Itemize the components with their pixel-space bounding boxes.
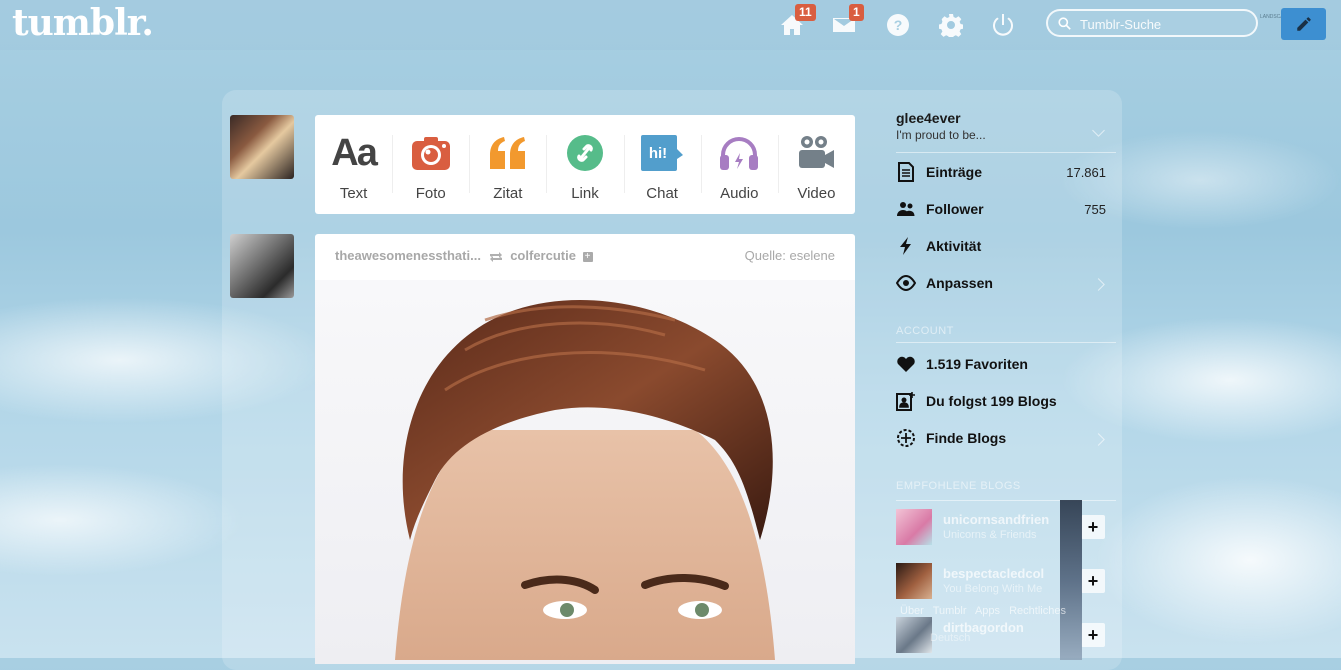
post-type-label: Foto [415,185,446,202]
account-header: ACCOUNT [896,325,954,337]
text-icon: Aa [331,132,378,174]
sidebar-divider [896,342,1116,343]
sidebar-item-find-blogs[interactable]: Finde Blogs [896,427,1106,449]
portrait-image [395,300,775,660]
post-type-text[interactable]: Aa Text [315,115,392,214]
post-type-label: Chat [646,185,678,202]
sidebar-item-followers[interactable]: Follower 755 [896,198,1106,220]
post-photo[interactable] [315,280,855,664]
sidebar-item-label: Aktivität [926,238,982,254]
compose-button[interactable] [1281,8,1326,40]
post-card: theawesomenessthati... colfercutie + Que… [315,234,855,664]
eye-icon [896,274,916,292]
sidebar-item-following[interactable]: Du folgst 199 Blogs [896,390,1106,412]
sidebar-item-label: Follower [926,201,984,217]
sidebar-item-label: 1.519 Favoriten [926,356,1028,372]
post-type-photo[interactable]: Foto [392,115,469,214]
sidebar-item-likes[interactable]: 1.519 Favoriten [896,353,1106,375]
reblogged-from-link[interactable]: colfercutie [510,248,576,263]
settings-button[interactable] [936,10,966,40]
chat-icon: hi! [641,133,684,173]
footer-links[interactable]: Über Tumblr Apps Rechtliches [900,605,1066,617]
sidebar-blog-title: I'm proud to be... [896,128,986,142]
post-type-label: Link [571,185,599,202]
sidebar-item-count: 17.861 [1066,164,1106,180]
inbox-badge: 1 [849,4,864,21]
heart-icon [897,356,915,372]
post-type-label: Audio [720,185,759,202]
svg-text:?: ? [894,17,903,33]
sidebar-blog-info[interactable]: glee4ever I'm proud to be... [896,110,1116,142]
post-header: theawesomenessthati... colfercutie + Que… [335,248,835,268]
search-box[interactable] [1046,9,1258,37]
post-type-audio[interactable]: Audio [700,115,778,214]
sidebar-item-label: Du folgst 199 Blogs [926,393,1057,409]
recommended-blog-avatar[interactable] [896,563,932,599]
inbox-button[interactable]: 1 [829,4,864,40]
document-icon [898,162,914,182]
follow-plus-icon[interactable]: + [1081,569,1105,593]
recommended-blog-avatar[interactable] [896,617,932,653]
sidebar-divider [896,500,1116,501]
post-type-quote[interactable]: Zitat [469,115,546,214]
people-icon [897,202,915,216]
sidebar-item-label: Finde Blogs [926,430,1007,446]
quote-icon [488,133,528,173]
post-type-label: Zitat [493,185,523,202]
footer-language[interactable]: Deutsch [930,632,970,644]
sidebar-item-posts[interactable]: Einträge 17.861 [896,161,1106,183]
post-type-link[interactable]: Link [546,115,623,214]
recommended-blog-name[interactable]: unicornsandfrien [943,512,1073,527]
follow-plus-icon[interactable]: + [1081,623,1105,647]
post-author-avatar[interactable] [230,234,294,298]
pencil-icon [1296,17,1311,31]
search-icon [1058,17,1071,30]
post-type-label: Video [797,185,836,202]
sidebar-item-label: Anpassen [926,275,993,291]
follow-blogs-icon [896,392,915,411]
sidebar-divider [896,152,1116,153]
tumblr-logo[interactable]: tumblr. [12,2,154,44]
help-icon: ? [887,14,909,36]
headphones-icon [719,133,759,173]
post-source[interactable]: Quelle: eselene [745,248,835,263]
post-type-bar: Aa Text Foto Zitat Link hi! Chat Audio V… [315,115,855,214]
logout-button[interactable] [988,10,1018,40]
reblog-icon [489,251,502,262]
camera-icon [411,133,450,173]
sidebar-item-customize[interactable]: Anpassen [896,272,1106,294]
post-type-video[interactable]: Video [777,115,855,214]
recommended-header: EMPFOHLENE BLOGS [896,480,1021,492]
video-icon [797,133,835,173]
sidebar-item-count: 755 [1084,201,1106,217]
search-input[interactable] [1078,14,1252,34]
svg-text:hi!: hi! [649,145,667,162]
post-blog-link[interactable]: theawesomenessthati... [335,248,481,263]
recommended-blog-title: You Belong With Me [943,583,1043,595]
gear-icon [939,14,963,37]
home-badge: 11 [795,4,816,21]
compass-icon [897,429,915,447]
post-type-label: Text [339,185,368,202]
home-button[interactable]: 11 [777,4,816,40]
sidebar-item-label: Einträge [926,164,983,180]
help-button[interactable]: ? [883,10,913,40]
recommended-blog-avatar[interactable] [896,509,932,545]
recommended-blog-title: Unicorns & Friends [943,529,1037,541]
user-avatar[interactable] [230,115,294,179]
sidebar-item-activity[interactable]: Aktivität [896,235,1106,257]
recommended-blog-name[interactable]: bespectacledcol [943,566,1073,581]
bolt-icon [900,237,911,255]
sidebar-blog-name[interactable]: glee4ever [896,110,1116,126]
post-type-chat[interactable]: hi! Chat [623,115,701,214]
decorative-strip [1060,500,1082,660]
follow-plus-icon[interactable]: + [582,251,593,262]
follow-plus-icon[interactable]: + [1081,515,1105,539]
power-icon [993,14,1013,36]
link-icon [566,133,604,173]
